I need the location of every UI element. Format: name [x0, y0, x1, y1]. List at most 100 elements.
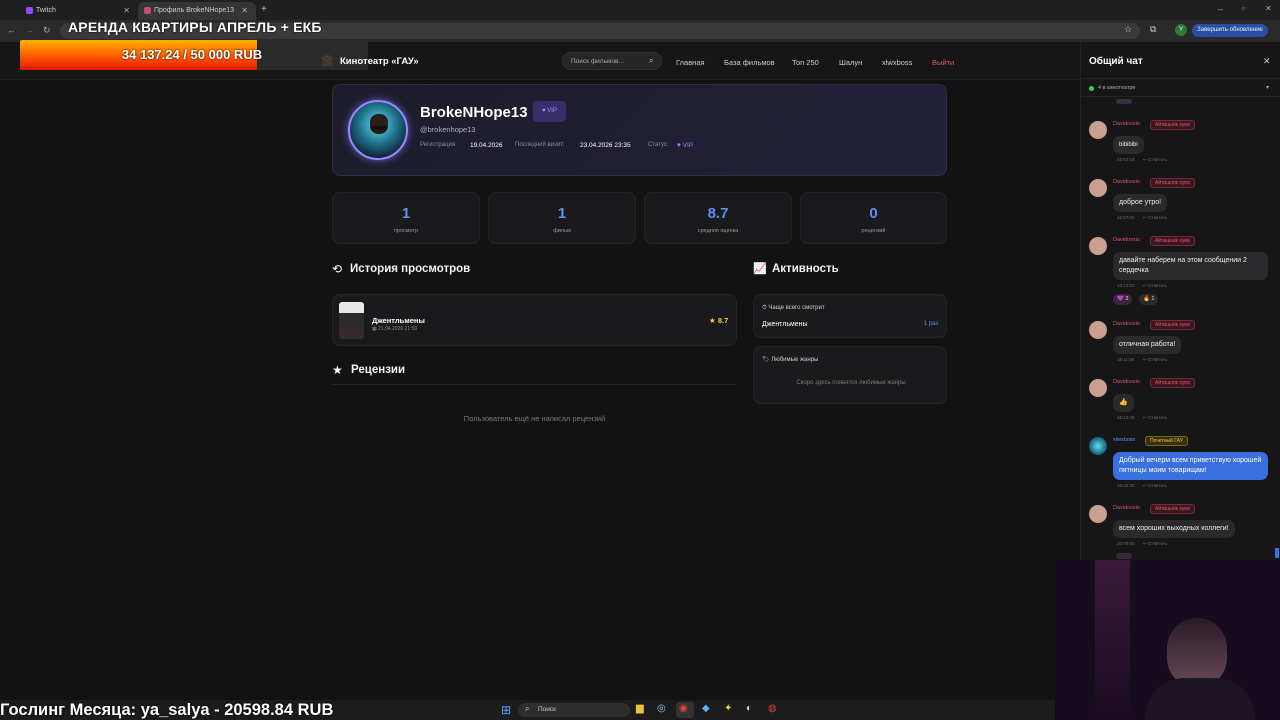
close-icon[interactable]: ✕ — [123, 6, 130, 15]
reply-link[interactable]: ↩ Ответить — [1143, 215, 1167, 221]
windows-start-icon[interactable]: ⊞ — [501, 703, 511, 717]
update-button[interactable]: Завершить обновление — [1192, 24, 1268, 37]
reply-link-text: Ответить — [1148, 357, 1168, 362]
user-badge: Айтишник хуев — [1150, 504, 1195, 514]
extensions-icon[interactable]: ⧉ — [1150, 24, 1156, 35]
stat-value: 1 — [401, 205, 411, 222]
profile-avatar[interactable]: Y — [1175, 24, 1187, 36]
online-count: 4 в кинотеатре — [1098, 85, 1136, 91]
profile-username: BrokeNHope13 — [420, 104, 528, 121]
donation-progress-bar: 34 137.24 / 50 000 RUB — [20, 40, 368, 70]
movie-title: Джентльмены — [372, 316, 425, 325]
avatar — [1089, 237, 1107, 255]
rating: ★ 8.7 — [709, 316, 729, 325]
reply-link-text: Ответить — [1148, 283, 1168, 288]
nav-logout[interactable]: Выйти — [932, 58, 954, 67]
chrome-icon[interactable]: ◉ — [679, 703, 688, 714]
message-author: xlwxboss — [1113, 437, 1136, 443]
avatar — [1089, 321, 1107, 339]
message-author: Davidoxxio — [1113, 505, 1140, 511]
reply-link-text: Ответить — [1148, 215, 1168, 220]
reply-link[interactable]: ↩ Ответить — [1143, 483, 1167, 489]
message-time: 02:52:18 — [1117, 157, 1135, 162]
window-maximize-icon[interactable]: ▫ — [1242, 4, 1245, 13]
nav-top250[interactable]: Топ 250 — [792, 58, 819, 67]
message-bubble: всем хороших выходных коллеги! — [1113, 520, 1235, 538]
app-icon[interactable]: ◐ — [746, 703, 752, 714]
scrollbar[interactable] — [1275, 548, 1279, 558]
app-icon[interactable]: ◆ — [702, 703, 710, 714]
reply-link[interactable]: ↩ Ответить — [1143, 357, 1167, 363]
message-bubble-own: Добрый вечерм всем приветствую хорошей п… — [1113, 452, 1268, 480]
reload-icon[interactable]: ↻ — [43, 25, 51, 36]
site-logo[interactable]: Кинотеатр «ГАУ» — [340, 56, 419, 67]
user-badge: Айтишник хуев — [1150, 236, 1195, 246]
app-icon[interactable]: ◍ — [768, 703, 777, 714]
chart-icon: 📈 — [753, 263, 767, 275]
close-icon[interactable]: ✕ — [241, 6, 248, 15]
reply-link[interactable]: ↩ Ответить — [1143, 415, 1167, 421]
message-bubble: доброе утро! — [1113, 194, 1168, 212]
nav-home[interactable]: Главная — [676, 58, 705, 67]
genres-card: 🏷 Любимые жанры Скоро здесь появятся люб… — [753, 346, 947, 404]
avatar — [1089, 379, 1107, 397]
reaction-fire[interactable]: 🔥 1 — [1139, 294, 1159, 305]
tab-profile[interactable]: Профиль BrokeNHope13 ✕ — [138, 2, 256, 20]
avatar-glasses — [371, 126, 387, 130]
message-bubble: отличная работа! — [1113, 336, 1182, 354]
search-icon[interactable]: ⌕ — [649, 56, 653, 66]
nav-movies-db[interactable]: База фильмов — [724, 58, 775, 67]
activity-title: Активность — [772, 263, 839, 275]
message-time: 12:57:06 — [1117, 215, 1135, 220]
avatar — [1089, 437, 1107, 455]
stat-label: просмотр — [393, 228, 419, 234]
close-icon[interactable]: ✕ — [1263, 56, 1271, 67]
nav-shalun[interactable]: Шалун — [839, 58, 862, 67]
new-tab-button[interactable]: + — [261, 4, 267, 15]
stat-label: рецензий — [861, 228, 886, 234]
search-icon: ⌕ — [525, 704, 530, 713]
forward-icon[interactable]: → — [25, 25, 34, 35]
history-item[interactable]: Джентльмены ▦ 21.04.2026 21:59 ★ 8.7 — [332, 294, 737, 346]
stat-label: фильм — [553, 228, 571, 234]
twitch-icon — [26, 7, 33, 14]
message-time: 16:11:06 — [1117, 357, 1135, 362]
stat-value: 1 — [557, 205, 567, 222]
file-explorer-icon[interactable]: ▆ — [636, 703, 644, 714]
reaction-pill[interactable] — [1116, 99, 1132, 104]
tab-label: Twitch — [36, 7, 56, 14]
reply-link[interactable]: ↩ Ответить — [1143, 541, 1167, 547]
stat-reviews: 0 рецензий — [800, 192, 947, 244]
message-bubble: bibibibi — [1113, 136, 1144, 154]
window-close-icon[interactable]: ✕ — [1265, 4, 1272, 13]
divider — [332, 384, 737, 385]
reaction-heart[interactable]: 💜 3 — [1113, 294, 1133, 305]
user-badge: Айтишник хуев — [1150, 320, 1195, 330]
avatar — [348, 100, 408, 160]
status-label: Статус: — [648, 142, 669, 148]
steam-icon[interactable]: ◎ — [657, 703, 666, 714]
stat-avg-rating: 8.7 средняя оценка — [644, 192, 792, 244]
app-icon[interactable]: ✦ — [724, 703, 732, 714]
tab-twitch[interactable]: Twitch ✕ — [0, 2, 138, 20]
reply-link[interactable]: ↩ Ответить — [1143, 283, 1167, 289]
stat-films: 1 фильм — [488, 192, 636, 244]
taskbar-search-label: Поиск — [538, 706, 557, 713]
message-bubble: давайте наберем на этом сообщении 2 серд… — [1113, 252, 1268, 280]
reply-link-text: Ответить — [1148, 415, 1168, 420]
chevron-down-icon[interactable]: ▾ — [1266, 84, 1269, 91]
message-author: Davidoxxio — [1113, 179, 1140, 185]
search-input[interactable]: Поиск фильмов... ⌕ — [562, 52, 662, 70]
reaction-pill[interactable] — [1116, 553, 1132, 559]
progress-text: 34 137.24 / 50 000 RUB — [121, 47, 263, 62]
reply-link-text: Ответить — [1148, 541, 1168, 546]
window-minimize-icon[interactable]: – — [1218, 4, 1223, 14]
taskbar-search[interactable]: ⌕ Поиск — [518, 703, 630, 717]
back-icon[interactable]: ← — [7, 25, 16, 35]
nav-user[interactable]: xlwxboss — [882, 58, 912, 67]
reply-link[interactable]: ↩ Ответить — [1143, 157, 1167, 163]
bookmark-star-icon[interactable]: ☆ — [1124, 24, 1132, 35]
webcam-overlay — [1055, 560, 1280, 720]
avatar — [1089, 505, 1107, 523]
movie-date: ▦ 21.04.2026 21:59 — [372, 326, 418, 332]
